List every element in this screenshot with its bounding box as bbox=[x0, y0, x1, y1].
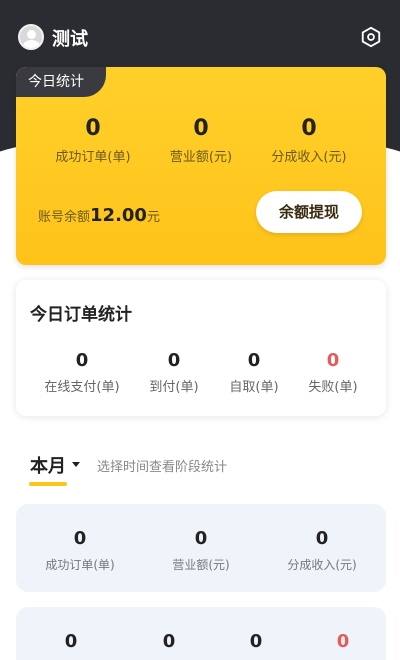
month-order-stat-value: 0 bbox=[249, 631, 263, 652]
month-tab-underline bbox=[29, 482, 67, 486]
today-stats-tag: 今日统计 bbox=[16, 67, 106, 97]
settings-hexagon-icon[interactable] bbox=[360, 26, 382, 48]
balance-unit: 元 bbox=[146, 210, 160, 225]
month-stat-value: 0 bbox=[315, 528, 329, 549]
month-selector[interactable]: 本月 bbox=[30, 452, 66, 478]
stat-label: 分成收入(元) bbox=[271, 150, 347, 165]
month-order-stat-value: 0 bbox=[336, 631, 350, 652]
balance-amount: 12.00 bbox=[90, 205, 147, 226]
month-stat-value: 0 bbox=[194, 528, 208, 549]
month-stat-success-orders: 0 成功订单(单) bbox=[20, 528, 140, 573]
today-stats-card: 今日统计 0 成功订单(单) 0 营业额(元) 0 分成收入(元) 账号余额12… bbox=[16, 67, 386, 265]
today-orders-card: 今日订单统计 0 在线支付(单) 0 到付(单) 0 自取(单) 0 失败(单) bbox=[16, 280, 386, 416]
order-stat-pickup: 0 自取(单) bbox=[209, 350, 299, 395]
user-name: 测试 bbox=[52, 29, 88, 50]
stat-value: 0 bbox=[85, 116, 101, 141]
stat-value: 0 bbox=[193, 116, 209, 141]
order-stat-value: 0 bbox=[75, 350, 89, 371]
month-stat-revenue: 0 营业额(元) bbox=[141, 528, 261, 573]
order-stat-value: 0 bbox=[326, 350, 340, 371]
month-orders-card: 0 0 0 0 bbox=[16, 607, 386, 660]
stat-label: 成功订单(单) bbox=[55, 150, 131, 165]
balance-label: 账号余额 bbox=[38, 210, 91, 225]
today-stat-share-income: 0 分成收入(元) bbox=[254, 115, 364, 165]
order-stat-label: 在线支付(单) bbox=[44, 380, 120, 395]
order-stat-label: 到付(单) bbox=[149, 380, 199, 395]
order-stat-online-pay: 0 在线支付(单) bbox=[37, 350, 127, 395]
order-stat-cod: 0 到付(单) bbox=[129, 350, 219, 395]
chevron-down-icon[interactable] bbox=[72, 462, 80, 467]
order-stat-label: 自取(单) bbox=[229, 380, 279, 395]
today-stat-success-orders: 0 成功订单(单) bbox=[38, 115, 148, 165]
order-stat-value: 0 bbox=[247, 350, 261, 371]
month-order-stat-value: 0 bbox=[162, 631, 176, 652]
month-hint: 选择时间查看阶段统计 bbox=[97, 460, 228, 475]
today-stat-revenue: 0 营业额(元) bbox=[146, 115, 256, 165]
order-stat-label: 失败(单) bbox=[308, 380, 358, 395]
month-stat-label: 成功订单(单) bbox=[45, 558, 115, 572]
month-order-stat-value: 0 bbox=[64, 631, 78, 652]
account-balance: 账号余额12.00元 bbox=[38, 205, 160, 226]
month-stat-label: 营业额(元) bbox=[172, 558, 230, 572]
month-stat-value: 0 bbox=[73, 528, 87, 549]
stats-page: 测试 今日统计 0 成功订单(单) 0 营业额(元) 0 分成收入(元) 账号余… bbox=[0, 0, 400, 660]
month-stat-label: 分成收入(元) bbox=[287, 558, 357, 572]
month-stats-card: 0 成功订单(单) 0 营业额(元) 0 分成收入(元) bbox=[16, 504, 386, 592]
user-avatar-icon[interactable] bbox=[18, 24, 44, 50]
order-stat-failed: 0 失败(单) bbox=[288, 350, 378, 395]
withdraw-button[interactable]: 余额提现 bbox=[256, 191, 362, 233]
month-stat-share-income: 0 分成收入(元) bbox=[262, 528, 382, 573]
order-stat-value: 0 bbox=[167, 350, 181, 371]
today-orders-title: 今日订单统计 bbox=[30, 305, 132, 325]
stat-value: 0 bbox=[301, 116, 317, 141]
stat-label: 营业额(元) bbox=[169, 150, 233, 165]
